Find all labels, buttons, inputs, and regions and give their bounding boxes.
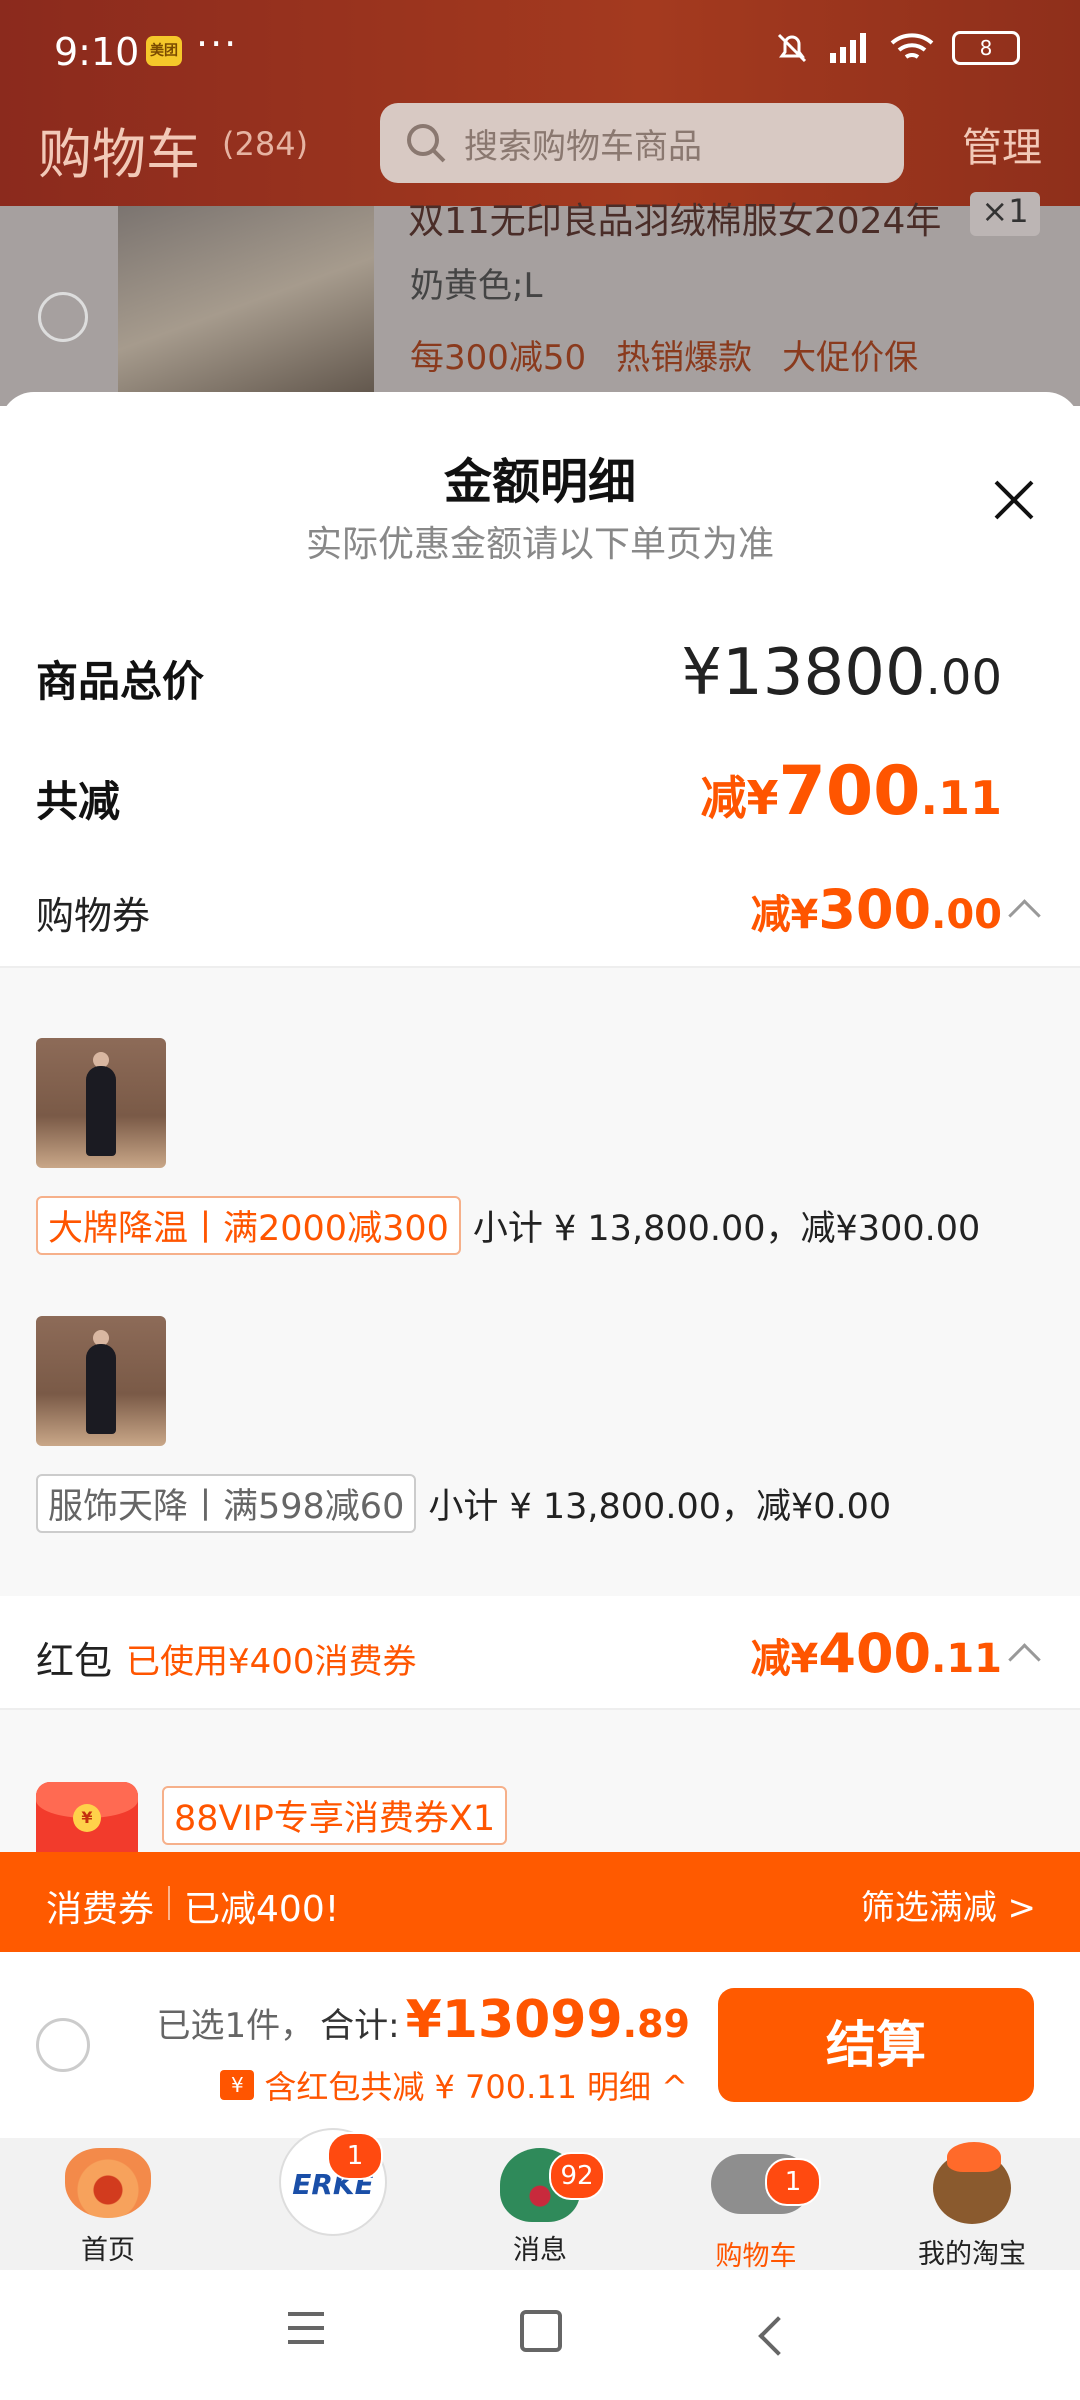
item-name[interactable]: 双11无印良品羽绒棉服女2024年 <box>408 192 941 244</box>
total-price-int: 13800 <box>722 636 926 710</box>
discount-dec: .11 <box>920 771 1003 825</box>
sum-label: 合计: <box>320 2006 400 2046</box>
manage-button[interactable]: 管理 <box>962 115 1042 173</box>
item-spec[interactable]: 奶黄色;L <box>410 258 542 307</box>
discount-prefix: 减¥ <box>700 771 779 825</box>
status-time: 9:10 <box>54 30 140 74</box>
tab-badge: 92 <box>549 2152 605 2200</box>
checkout-button[interactable]: 结算 <box>718 1988 1034 2102</box>
checkout-price-int: ¥13099 <box>405 1990 623 2050</box>
coupon-prefix: 减¥ <box>750 892 819 938</box>
item-tags: 每300减50 热销爆款 大促价保 <box>410 330 918 379</box>
item-tag: 大促价保 <box>782 338 919 378</box>
redpack-dec: .11 <box>931 1636 1002 1682</box>
tab-home[interactable]: 首页 <box>0 2138 216 2270</box>
voucher-reduced: 已减400! <box>184 1889 340 1930</box>
saving-text: 含红包共减 ¥ 700.11 <box>264 2068 577 2106</box>
tab-my-taobao[interactable]: 我的淘宝 <box>864 2138 1080 2270</box>
mute-bell-icon <box>777 33 807 63</box>
checkout-summary: 已选1件， 合计: ¥13099.89 <box>156 1990 690 2050</box>
item-thumbnail[interactable] <box>118 206 374 402</box>
profile-mascot-icon <box>933 2142 1011 2224</box>
checkout-price-dec: .89 <box>622 2002 690 2046</box>
tab-cart[interactable]: 1 购物车 <box>648 2138 864 2272</box>
search-icon <box>407 124 446 163</box>
select-all-radio[interactable] <box>36 2018 90 2072</box>
search-input[interactable]: 搜索购物车商品 <box>380 103 904 183</box>
discount-label: 共减 <box>36 777 121 826</box>
more-notifications-icon: ··· <box>196 22 239 66</box>
total-price-label: 商品总价 <box>36 657 205 706</box>
bottom-tab-bar: 首页 ERKE 1 92 消息 1 购物车 我的淘宝 <box>0 2128 1080 2272</box>
item-tag: 每300减50 <box>410 338 587 378</box>
item-tag: 热销爆款 <box>616 338 753 378</box>
vip-voucher-tag: 88VIP专享消费券X1 <box>162 1786 508 1845</box>
tab-erke[interactable]: ERKE 1 <box>216 2128 432 2270</box>
tab-label: 购物车 <box>715 2241 797 2272</box>
total-price-value: ¥13800.00 <box>681 636 1002 710</box>
redpack-int: 400 <box>818 1622 932 1685</box>
checkout-price: ¥13099.89 <box>406 1990 690 2050</box>
detail-link[interactable]: 明细 ^ <box>587 2062 688 2108</box>
search-placeholder: 搜索购物车商品 <box>464 126 702 167</box>
signal-icon <box>830 33 866 63</box>
item-quantity[interactable]: ×1 <box>970 192 1040 236</box>
filter-discount-link[interactable]: 筛选满减 > <box>861 1880 1036 1929</box>
product-thumbnail[interactable] <box>36 1038 166 1168</box>
promo-detail: 小计 ¥ 13,800.00，减¥0.00 <box>428 1487 892 1527</box>
home-flower-icon <box>65 2148 151 2218</box>
currency-symbol: ¥ <box>681 636 723 710</box>
promo-line: 大牌降温丨满2000减300 小计 ¥ 13,800.00，减¥300.00 <box>36 1196 980 1255</box>
divider <box>168 1886 171 1920</box>
product-thumbnail[interactable] <box>36 1316 166 1446</box>
selected-count: 已选1件， <box>156 2006 315 2046</box>
voucher-summary: 消费券 已减400! <box>46 1880 339 1932</box>
coupon-dec: .00 <box>931 892 1002 938</box>
ticket-icon: ¥ <box>220 2070 255 2100</box>
sheet-subtitle: 实际优惠金额请以下单页为准 <box>305 524 774 565</box>
tab-label: 我的淘宝 <box>918 2239 1026 2270</box>
redpack-prefix: 减¥ <box>750 1636 819 1682</box>
tab-badge: 1 <box>327 2132 383 2180</box>
cart-count: (284) <box>222 125 309 163</box>
status-icons: 8 <box>774 30 1020 66</box>
saving-summary[interactable]: ¥ 含红包共减 ¥ 700.11 明细 ^ <box>220 2062 688 2108</box>
promo-tag: 服饰天降丨满598减60 <box>36 1474 417 1533</box>
promo-detail: 小计 ¥ 13,800.00，减¥300.00 <box>472 1209 981 1249</box>
tab-label: 消息 <box>513 2235 567 2266</box>
promo-tag: 大牌降温丨满2000减300 <box>36 1196 461 1255</box>
tab-label: 首页 <box>81 2235 135 2266</box>
coupon-value[interactable]: 减¥300.00 <box>751 878 1002 941</box>
redpack-note: 已使用¥400消费券 <box>126 1642 417 1682</box>
page-title: 购物车 <box>38 123 200 186</box>
redpack-value: 减¥400.11 <box>751 1622 1002 1685</box>
close-icon[interactable] <box>992 478 1036 522</box>
meituan-app-icon: 美团 <box>146 36 182 66</box>
discount-value: 减¥700.11 <box>701 752 1002 831</box>
battery-icon: 8 <box>952 31 1020 65</box>
wifi-icon <box>890 33 934 59</box>
menu-icon[interactable] <box>286 2310 326 2346</box>
total-price-dec: .00 <box>925 650 1002 706</box>
redpack-label: 红包 <box>36 1639 113 1683</box>
sheet-title: 金额明细 <box>443 454 636 510</box>
discount-int: 700 <box>778 752 921 831</box>
tab-badge: 1 <box>765 2158 821 2206</box>
coupon-int: 300 <box>818 878 932 941</box>
promo-line: 服饰天降丨满598减60 小计 ¥ 13,800.00，减¥0.00 <box>36 1474 891 1533</box>
item-select-radio[interactable] <box>38 292 88 342</box>
tab-messages[interactable]: 92 消息 <box>432 2138 648 2270</box>
voucher-label: 消费券 <box>46 1889 155 1930</box>
coupon-label[interactable]: 购物券 <box>36 885 150 940</box>
home-square-icon[interactable] <box>520 2310 562 2352</box>
